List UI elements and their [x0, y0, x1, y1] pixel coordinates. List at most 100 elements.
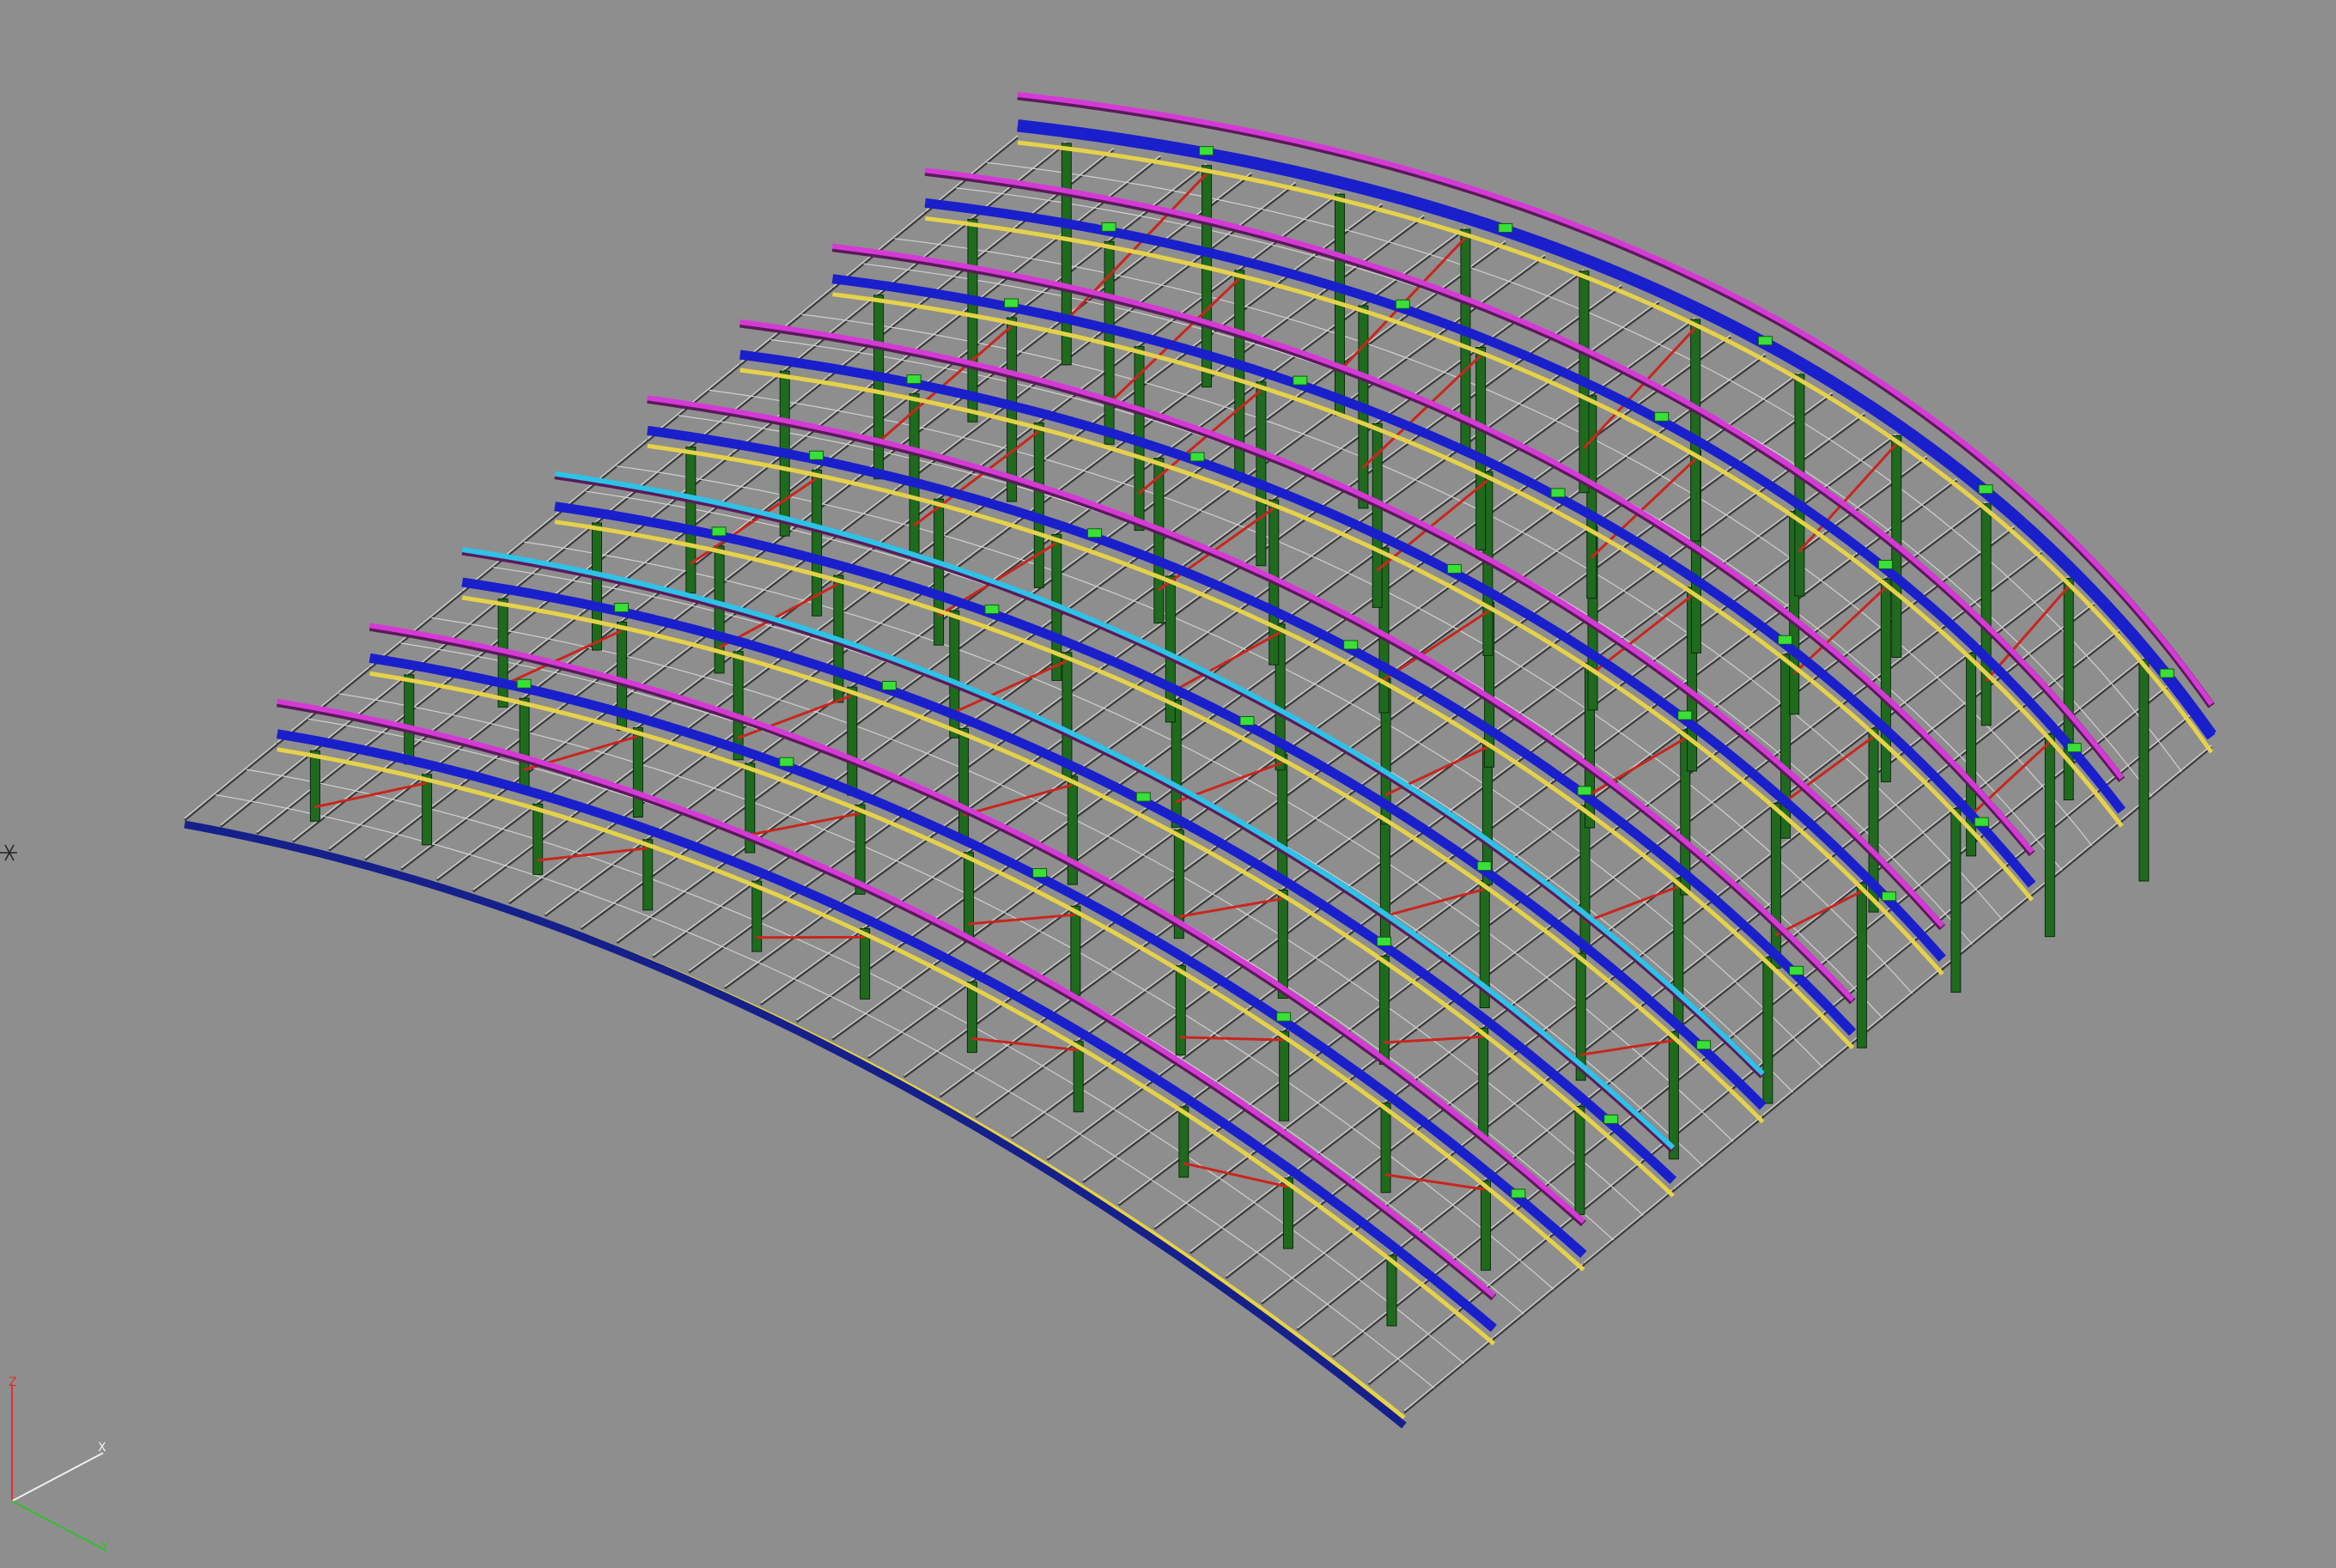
column: [1690, 319, 1701, 542]
column: [1980, 503, 1992, 726]
deck-slat: [1458, 1235, 1552, 1311]
deck-slat: [1403, 1337, 1495, 1414]
deck-slat-highlight: [1761, 412, 1865, 489]
column: [2138, 659, 2150, 882]
column: [1378, 955, 1390, 1065]
column: [873, 295, 885, 480]
deck-slat: [1516, 828, 1617, 906]
deck-slat-highlight: [1046, 1082, 1149, 1159]
connector-plate: [1135, 792, 1151, 802]
column: [519, 697, 530, 788]
connector-plate: [1778, 635, 1793, 645]
deck-slat: [1332, 1281, 1427, 1358]
column: [847, 686, 858, 796]
column: [1762, 957, 1773, 1104]
deck-slat: [1832, 780, 1930, 857]
tier-edge-beam: [1017, 140, 2214, 754]
deck-slat-highlight: [1518, 284, 1622, 362]
deck-slat: [724, 911, 830, 990]
column: [1277, 753, 1288, 882]
column: [909, 393, 920, 560]
column: [1668, 1031, 1679, 1160]
deck-slat: [795, 945, 902, 1024]
column: [642, 839, 654, 911]
deck-slat-highlight: [1913, 526, 2015, 603]
connector-plate: [1757, 336, 1773, 346]
deck-slat-highlight: [2073, 685, 2168, 762]
deck-slat: [184, 743, 278, 822]
deck-slat-highlight: [720, 787, 824, 866]
model-viewport[interactable]: Z X Y: [0, 0, 2336, 1568]
column: [1856, 882, 1867, 1048]
deck-slat: [616, 866, 721, 945]
deck-slat-highlight: [1589, 585, 1693, 662]
connector-plate: [1032, 868, 1048, 878]
brace: [1384, 888, 1485, 918]
y-axis-label: Y: [100, 1541, 109, 1554]
deck-slat: [1942, 551, 2043, 629]
deck-slat-highlight: [724, 909, 830, 988]
connector-plate: [2066, 743, 2082, 753]
connector-plate: [1004, 298, 1019, 308]
connector-plate: [1877, 559, 1893, 569]
z-axis-label: Z: [9, 1376, 17, 1389]
deck-slat: [1046, 1083, 1149, 1161]
deck-slat: [472, 814, 575, 893]
deck-slat-highlight: [792, 817, 897, 896]
column: [1070, 905, 1081, 996]
brace: [1180, 1036, 1284, 1042]
column: [404, 674, 415, 765]
deck-slat: [1997, 603, 2096, 681]
column: [1380, 1103, 1391, 1194]
deck-slat: [1927, 705, 2025, 782]
connector-plate: [1974, 817, 1989, 827]
brace: [1774, 890, 1863, 937]
column: [1794, 374, 1805, 597]
connector-plate: [1577, 786, 1592, 796]
deck-slat-highlight: [1417, 757, 1521, 835]
deck-slat-highlight: [1132, 483, 1237, 561]
deck-slat-highlight: [256, 756, 353, 833]
column: [934, 498, 945, 646]
deck-slat-highlight: [859, 726, 964, 804]
connector-plate: [1881, 891, 1896, 902]
deck-slat: [1737, 854, 1834, 932]
connector-plate: [881, 680, 897, 690]
deck-slat-highlight: [1029, 559, 1134, 637]
deck-slat: [939, 1019, 1043, 1098]
connector-plate: [1446, 563, 1462, 574]
deck-slat-highlight: [652, 878, 757, 957]
column: [966, 982, 977, 1054]
structure-model[interactable]: [0, 0, 2336, 1568]
column: [1178, 1106, 1189, 1178]
deck-slat-highlight: [1403, 1336, 1494, 1412]
column: [632, 727, 643, 818]
deck-slat: [2120, 745, 2212, 823]
deck-slat-highlight: [328, 772, 428, 850]
column: [1880, 578, 1891, 782]
deck-slat: [1672, 1115, 1764, 1192]
connector-plate: [1087, 528, 1103, 538]
column: [963, 852, 974, 943]
column: [958, 728, 970, 838]
connector-plate: [1293, 375, 1308, 386]
x-axis-line: [11, 1452, 104, 1502]
deck-layer: [184, 135, 2212, 1414]
column: [1475, 347, 1487, 551]
deck-slat: [1652, 630, 1755, 708]
connector-plate: [711, 526, 727, 537]
column: [1175, 965, 1186, 1056]
connector-plate: [1395, 299, 1410, 309]
connector-plate: [1696, 1040, 1712, 1050]
deck-slat: [1424, 1206, 1519, 1284]
column: [591, 522, 602, 651]
deck-slat: [903, 1000, 1008, 1079]
deck-slat-highlight: [400, 791, 502, 869]
deck-slat: [831, 962, 937, 1041]
connector-plate: [906, 374, 922, 385]
column: [1033, 422, 1044, 588]
connector-plate: [1189, 452, 1205, 462]
deck-slat-highlight: [1235, 406, 1340, 484]
connector-plate: [2159, 668, 2175, 678]
deck-slat: [1754, 555, 1857, 633]
